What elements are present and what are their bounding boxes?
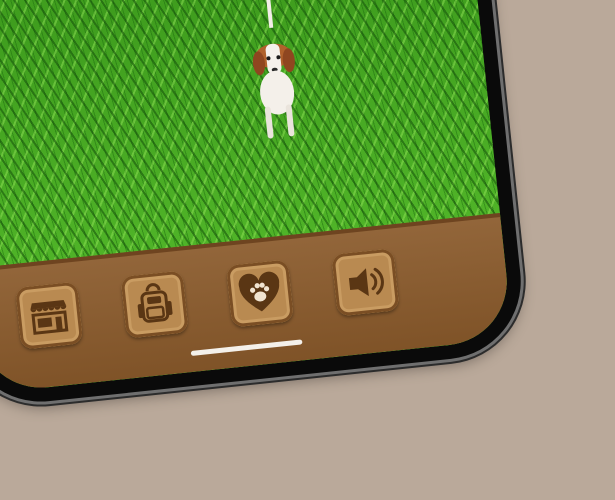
phone-frame	[0, 0, 529, 410]
heart-paw-icon	[238, 271, 280, 312]
pet-love-button[interactable]	[225, 259, 295, 328]
shop-button[interactable]	[15, 281, 84, 350]
backpack-button[interactable]	[120, 270, 189, 339]
stage	[0, 0, 615, 500]
backpack-icon	[137, 283, 173, 323]
game-screen[interactable]	[0, 0, 514, 394]
sound-button[interactable]	[331, 248, 400, 317]
dog-tail	[266, 0, 274, 29]
dog-leg-right	[285, 104, 295, 137]
speaker-icon	[348, 267, 384, 297]
shop-icon	[30, 300, 69, 335]
